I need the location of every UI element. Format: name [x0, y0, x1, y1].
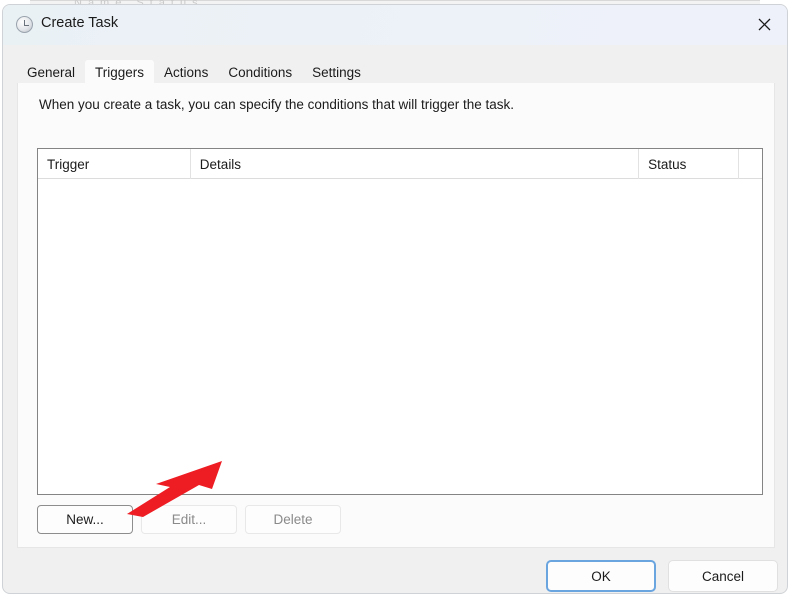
delete-button[interactable]: Delete: [245, 505, 341, 534]
tab-actions-label: Actions: [164, 65, 208, 80]
window-title: Create Task: [41, 15, 118, 31]
column-header-trigger-label: Trigger: [47, 157, 89, 172]
tab-conditions-label: Conditions: [228, 65, 292, 80]
description-text: When you create a task, you can specify …: [39, 97, 514, 112]
ok-button-label: OK: [591, 569, 611, 584]
tab-triggers[interactable]: Triggers: [85, 60, 154, 85]
create-task-dialog: Create Task General Triggers Actions Con…: [2, 4, 788, 594]
tab-strip: General Triggers Actions Conditions Sett…: [17, 59, 371, 85]
tab-conditions[interactable]: Conditions: [218, 60, 302, 85]
column-header-details[interactable]: Details: [190, 149, 638, 179]
tab-settings-label: Settings: [312, 65, 361, 80]
tab-general[interactable]: General: [17, 60, 85, 85]
list-header-row: Trigger Details Status: [38, 149, 762, 179]
new-button[interactable]: New...: [37, 505, 133, 534]
tab-actions[interactable]: Actions: [154, 60, 218, 85]
delete-button-label: Delete: [273, 512, 312, 527]
cancel-button-label: Cancel: [702, 569, 744, 584]
ok-button[interactable]: OK: [546, 560, 656, 592]
column-header-status-label: Status: [648, 157, 686, 172]
column-header-details-label: Details: [200, 157, 241, 172]
close-icon: [758, 18, 771, 31]
column-header-status[interactable]: Status: [638, 149, 738, 179]
list-body-empty[interactable]: [38, 179, 762, 494]
clock-icon: [16, 16, 33, 33]
tab-triggers-label: Triggers: [95, 65, 144, 80]
triggers-list[interactable]: Trigger Details Status: [37, 148, 763, 495]
edit-button-label: Edit...: [172, 512, 207, 527]
tab-general-label: General: [27, 65, 75, 80]
column-header-spacer: [738, 149, 762, 179]
tab-settings[interactable]: Settings: [302, 60, 371, 85]
new-button-label: New...: [66, 512, 104, 527]
edit-button[interactable]: Edit...: [141, 505, 237, 534]
title-bar: Create Task: [3, 5, 787, 45]
triggers-tab-panel: When you create a task, you can specify …: [17, 83, 775, 548]
column-header-trigger[interactable]: Trigger: [38, 149, 190, 179]
cancel-button[interactable]: Cancel: [668, 560, 778, 592]
close-button[interactable]: [741, 5, 787, 43]
